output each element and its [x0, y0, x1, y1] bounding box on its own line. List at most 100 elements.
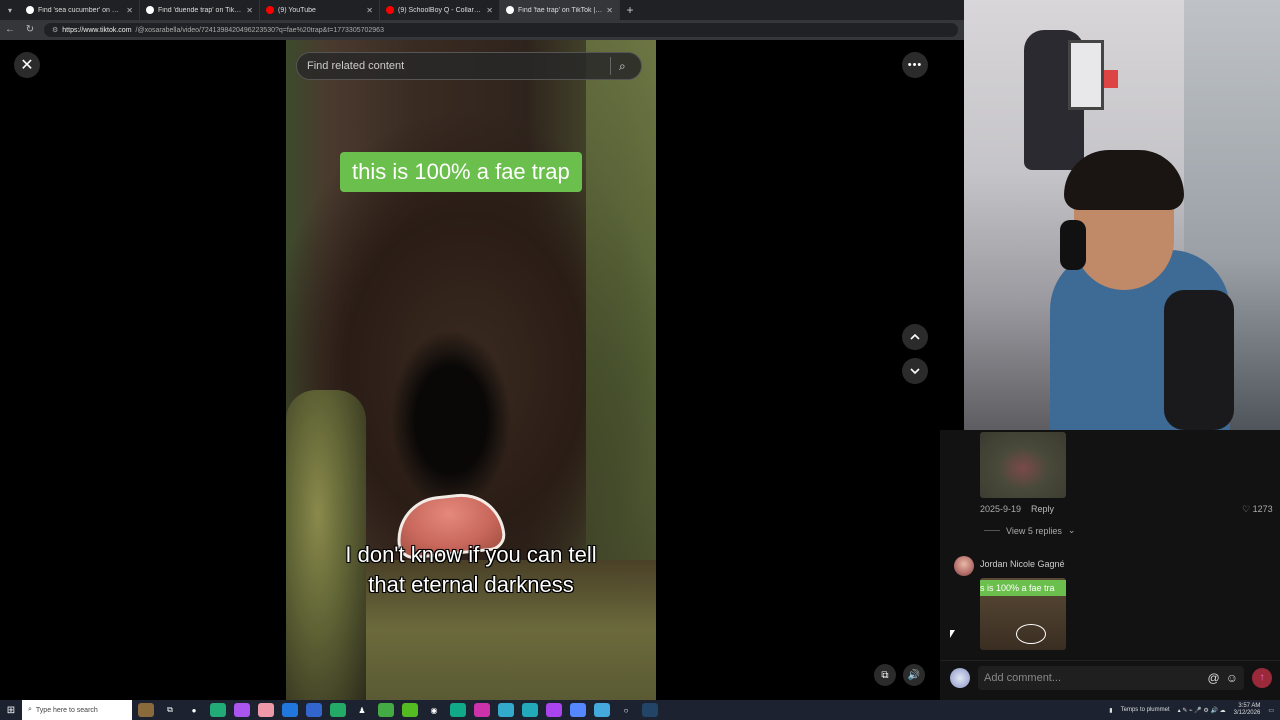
taskbar-search[interactable]: ⌕ Type here to search [22, 700, 132, 720]
weather-text[interactable]: Temps to plummet [1121, 707, 1170, 713]
comment-date: 2025-9-19 [980, 504, 1022, 514]
comment-input-box: @ ☺ [978, 665, 1244, 690]
edge-icon[interactable] [282, 703, 298, 717]
video-player[interactable]: this is 100% a fae trap I don't know if … [286, 40, 656, 700]
youtube-icon [266, 6, 274, 14]
view-replies-button[interactable]: View 5 replies ⌄ [984, 525, 1075, 536]
mention-icon[interactable]: @ [1208, 671, 1220, 685]
url-host: https://www.tiktok.com [62, 26, 132, 34]
app-icon[interactable] [450, 703, 466, 717]
windows-start-icon[interactable]: ⊞ [0, 700, 22, 720]
chevron-down-icon [910, 368, 920, 375]
related-search-bar: ⌕ [296, 52, 642, 80]
tiktok-icon [506, 6, 514, 14]
chevron-up-icon [910, 333, 920, 340]
emoji-icon[interactable]: ☺ [1226, 671, 1238, 685]
taskbar-apps: ⧉ ● ♟ ◉ ○ [138, 703, 658, 717]
clock-time: 3:57 AM [1238, 703, 1261, 709]
reply-button[interactable]: Reply [1031, 504, 1054, 514]
thumbnail-circle-annotation [1016, 624, 1046, 644]
notification-icon[interactable]: ▭ [1268, 707, 1274, 714]
screen: ▾ Find 'sea cucumber' on TikTok | Ti ✕ F… [0, 0, 1280, 720]
task-view-icon[interactable]: ⧉ [162, 703, 178, 717]
tab-schoolboy-q[interactable]: (9) SchoolBoy Q - Collard Greens ✕ [380, 0, 500, 20]
github-icon[interactable]: ◉ [426, 703, 442, 717]
app-icon[interactable] [330, 703, 346, 717]
clock[interactable]: 3:57 AM 3/12/2026 [1234, 703, 1261, 717]
comment-meta: 2025-9-19 Reply [980, 504, 1054, 514]
app-icon[interactable] [138, 703, 154, 717]
volume-button[interactable]: 🔊 [903, 664, 925, 686]
comment-likes[interactable]: ♡ 1273 [1242, 504, 1273, 515]
tab-sea-cucumber[interactable]: Find 'sea cucumber' on TikTok | Ti ✕ [20, 0, 140, 20]
post-comment-button[interactable]: ↑ [1252, 667, 1272, 688]
new-tab-button[interactable]: + [620, 3, 640, 17]
app-icon[interactable] [378, 703, 394, 717]
search-icon[interactable]: ⌕ [619, 59, 641, 74]
comment-image-thumbnail[interactable] [980, 432, 1066, 498]
close-button[interactable]: ✕ [14, 52, 40, 78]
tab-list-chevron-icon[interactable]: ▾ [0, 0, 20, 20]
discord-icon[interactable] [570, 703, 586, 717]
webcam-bag [1164, 290, 1234, 430]
comment-author[interactable]: Jordan Nicole Gagné [980, 559, 1065, 569]
url-field[interactable]: ⚙ https://www.tiktok.com/@xosarabella/vi… [44, 23, 958, 37]
weather-icon[interactable]: ▮ [1109, 707, 1112, 714]
volume-icon: 🔊 [907, 669, 921, 681]
comments-panel: 2025-9-19 Reply ♡ 1273 View 5 replies ⌄ … [940, 430, 1280, 700]
related-search-input[interactable] [307, 60, 610, 72]
pip-icon: ⧉ [881, 669, 889, 681]
heart-icon: ♡ [1242, 504, 1251, 514]
tab-close-icon[interactable]: ✕ [366, 6, 373, 15]
tab-fae-trap[interactable]: Find 'fae trap' on TikTok | Ti ✕ [500, 0, 620, 20]
comment-input[interactable] [984, 671, 1202, 684]
mouse-cursor [950, 630, 955, 638]
app-icon[interactable]: ♟ [354, 703, 370, 717]
nvidia-icon[interactable] [402, 703, 418, 717]
previous-video-button[interactable] [902, 324, 928, 350]
comment-composer: @ ☺ ↑ [940, 660, 1280, 694]
tab-title: Find 'fae trap' on TikTok | Ti [518, 6, 603, 14]
tab-title: (9) SchoolBoy Q - Collard Greens [398, 6, 482, 14]
tab-close-icon[interactable]: ✕ [246, 6, 253, 15]
tray-icons[interactable]: ▴ ✎ ⌁ 🎤 ⚙ 🔊 ☁ [1178, 707, 1226, 714]
chrome-icon[interactable] [210, 703, 226, 717]
next-video-button[interactable] [902, 358, 928, 384]
site-info-icon[interactable]: ⚙ [52, 26, 58, 34]
more-options-button[interactable]: ••• [902, 52, 928, 78]
url-path: /@xosarabella/video/7241398420496223530?… [135, 26, 384, 34]
tab-duende-trap[interactable]: Find 'duende trap' on TikTok | Tik ✕ [140, 0, 260, 20]
tiktok-icon [26, 6, 34, 14]
app-icon[interactable] [234, 703, 250, 717]
avatar[interactable] [954, 556, 974, 576]
folder-icon[interactable] [258, 703, 274, 717]
app-icon[interactable]: ● [186, 703, 202, 717]
system-tray: ▮ Temps to plummet ▴ ✎ ⌁ 🎤 ⚙ 🔊 ☁ 3:57 AM… [1109, 703, 1280, 717]
picture-in-picture-button[interactable]: ⧉ [874, 664, 896, 686]
thumbnail-caption: s is 100% a fae tra [980, 580, 1066, 596]
close-icon: ✕ [20, 57, 34, 74]
address-bar-row: ← ↻ ⚙ https://www.tiktok.com/@xosarabell… [0, 20, 964, 40]
video-subtitle: I don't know if you can tell that eterna… [286, 540, 656, 600]
reload-icon[interactable]: ↻ [24, 24, 36, 36]
app-icon[interactable]: ○ [618, 703, 634, 717]
app-icon[interactable] [498, 703, 514, 717]
app-icon[interactable] [546, 703, 562, 717]
app-icon[interactable] [306, 703, 322, 717]
steam-icon[interactable] [642, 703, 658, 717]
back-arrow-icon[interactable]: ← [4, 24, 16, 36]
video-caption-sticker: this is 100% a fae trap [340, 152, 582, 192]
subtitle-line-2: that eternal darkness [368, 572, 574, 597]
webcam-red-item [1104, 70, 1118, 88]
tab-close-icon[interactable]: ✕ [606, 6, 613, 15]
browser-tab-bar: ▾ Find 'sea cucumber' on TikTok | Ti ✕ F… [0, 0, 964, 20]
arrow-up-icon: ↑ [1259, 672, 1265, 683]
view-replies-label: View 5 replies [1006, 525, 1062, 536]
tab-close-icon[interactable]: ✕ [486, 6, 493, 15]
tab-close-icon[interactable]: ✕ [126, 6, 133, 15]
app-icon[interactable] [522, 703, 538, 717]
comment-image-thumbnail[interactable]: s is 100% a fae tra [980, 578, 1066, 650]
tab-youtube[interactable]: (9) YouTube ✕ [260, 0, 380, 20]
app-icon[interactable] [474, 703, 490, 717]
app-icon[interactable] [594, 703, 610, 717]
